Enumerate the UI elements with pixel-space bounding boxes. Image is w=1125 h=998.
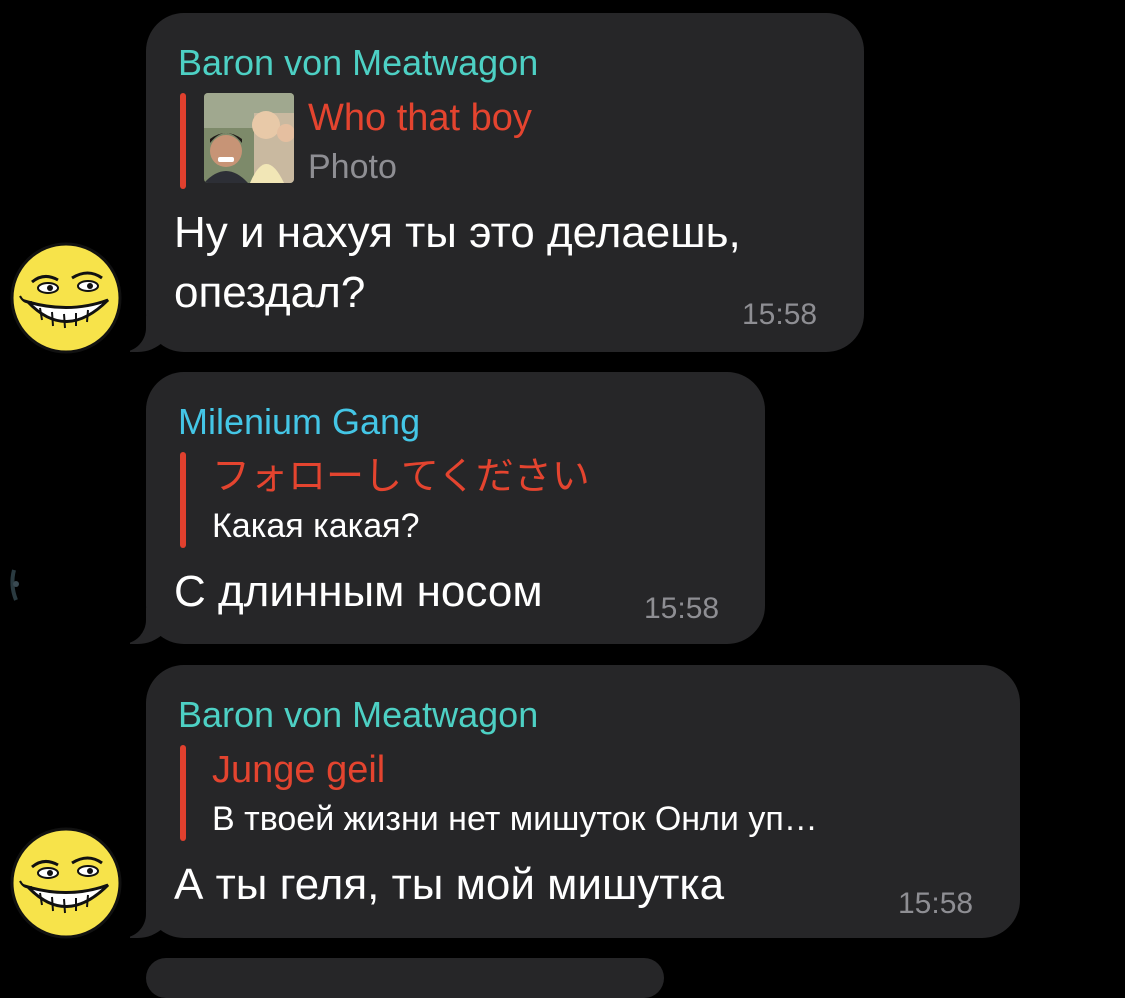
message-bubble-3[interactable]: Baron von Meatwagon Junge geil В твоей ж… [112,665,1020,938]
reply-preview[interactable]: Junge geil В твоей жизни нет мишуток Онл… [180,745,986,841]
reply-text: В твоей жизни нет мишуток Онли уп… [212,800,818,838]
message-text-line-2: опездал? [174,268,366,317]
message-text-line-1: Ну и нахуя ты это делаешь, [174,208,741,257]
reply-title: Junge geil [212,749,386,791]
trollface-avatar-icon[interactable] [10,827,122,939]
reply-text: Какая какая? [212,507,420,545]
message-bubble-1[interactable]: Baron von Meatwagon Who that boy Photo Н… [112,13,864,352]
reply-title: フォローしてください [212,456,590,498]
reply-title: Who that boy [308,97,532,139]
message-time: 15:58 [898,887,974,920]
reply-bar [180,93,186,189]
message-bubble-2[interactable]: Milenium Gang フォローしてください Какая какая? С … [112,372,765,644]
reply-bar [180,745,186,841]
reply-preview[interactable]: フォローしてください Какая какая? [180,452,731,548]
message-text: А ты геля, ты мой мишутка [174,860,725,909]
dark-avatar-icon[interactable] [6,540,56,630]
reply-bar [180,452,186,548]
sender-name[interactable]: Baron von Meatwagon [178,695,986,735]
reply-text: Photo [308,148,397,186]
photo-thumbnail-icon [204,93,294,183]
sender-name[interactable]: Baron von Meatwagon [178,43,830,83]
message-time: 15:58 [644,592,720,625]
trollface-avatar-icon[interactable] [10,242,122,354]
sender-name[interactable]: Milenium Gang [178,402,731,442]
message-bubble-partial[interactable] [146,958,664,998]
message-time: 15:58 [742,298,818,331]
reply-preview[interactable]: Who that boy Photo [180,93,830,189]
